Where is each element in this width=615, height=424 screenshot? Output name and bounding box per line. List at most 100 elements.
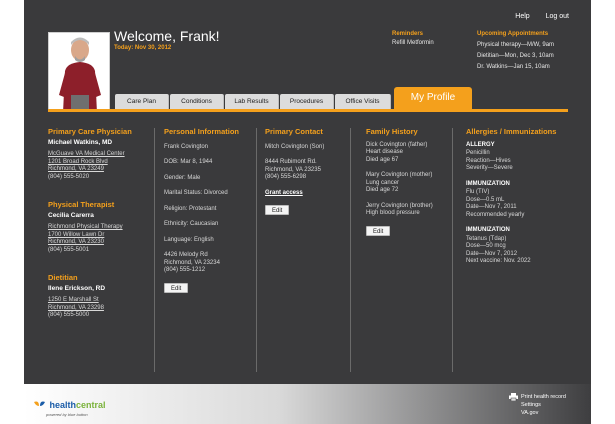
tab-lab-results[interactable]: Lab Results — [225, 94, 279, 110]
allergy-line: Severity—Severe — [466, 165, 513, 171]
pt-org-link[interactable]: Richmond Physical Therapy — [48, 224, 156, 232]
personal-religion: Religion: Protestant — [164, 205, 217, 212]
family-age: Died age 72 — [366, 187, 399, 193]
tab-procedures[interactable]: Procedures — [280, 94, 334, 110]
help-link[interactable]: Help — [515, 13, 529, 20]
contact-address-line: Richmond, VA 23235 — [265, 166, 321, 173]
contact-phone: (804) 555-6298 — [265, 174, 307, 180]
grant-access-link[interactable]: Grant access — [265, 190, 357, 198]
logo-tagline: powered by blue button — [46, 412, 88, 417]
pt-address-line[interactable]: Richmond, VA 23230 — [48, 239, 156, 247]
family-condition: Heart disease — [366, 149, 404, 155]
immunization-line: Dose—50 mcg — [466, 243, 506, 249]
dietitian-phone: (804) 555-5000 — [48, 312, 90, 318]
column-divider — [452, 128, 453, 372]
edit-contact-button[interactable]: Edit — [265, 205, 290, 215]
family-age: Died age 67 — [366, 156, 399, 163]
pcp-title: Primary Care Physician — [48, 127, 132, 136]
profile-photo-image — [49, 33, 109, 111]
care-team-column: Primary Care Physician Michael Watkins, … — [48, 128, 156, 320]
pcp-address-line[interactable]: 1201 Broad Rock Blvd — [48, 159, 156, 167]
reminder-item[interactable]: Refill Metformin — [392, 40, 434, 46]
dietitian-title: Dietitian — [48, 273, 78, 282]
logo-leaf-icon — [34, 401, 45, 406]
immunization-line: Date—Nov 7, 2011 — [466, 204, 517, 210]
appointments-title: Upcoming Appointments — [477, 31, 549, 37]
logo-word-health: health — [49, 400, 76, 410]
family-condition: High blood pressure — [366, 210, 420, 216]
pt-name: Cecilia Carerra — [48, 211, 94, 219]
family-condition: Lung cancer — [366, 179, 400, 186]
today-date: Today: Nov 30, 2012 — [114, 45, 172, 51]
immunization-heading: IMMUNIZATION — [466, 227, 510, 233]
pcp-address-line[interactable]: Richmond, VA 23249 — [48, 166, 156, 174]
pcp-org-link[interactable]: McGuave VA Medical Center — [48, 151, 156, 159]
tab-office-visits[interactable]: Office Visits — [335, 94, 391, 110]
immunization-line: Dose—0.5 mL — [466, 196, 505, 203]
reminders-panel: Reminders Refill Metformin — [392, 31, 434, 46]
personal-marital: Marital Status: Divorced — [164, 190, 228, 196]
family-member: Jerry Covington (brother) — [366, 202, 433, 209]
footer-links: Print health record Settings VA.gov — [521, 393, 566, 417]
immunization-line: Flu (TIV) — [466, 189, 490, 195]
personal-address-line: 4426 Melody Rd — [164, 252, 208, 258]
healthcentral-logo[interactable]: healthcentral powered by blue button — [34, 395, 105, 417]
immunization-heading: IMMUNIZATION — [466, 180, 510, 187]
logo-word-central: central — [75, 400, 106, 410]
tab-conditions[interactable]: Conditions — [170, 94, 224, 110]
family-history-title: Family History — [366, 127, 418, 136]
va-gov-link[interactable]: VA.gov — [521, 409, 566, 417]
personal-language: Language: English — [164, 236, 214, 243]
tab-care-plan[interactable]: Care Plan — [115, 94, 169, 110]
tab-underline — [48, 109, 568, 112]
footer: healthcentral powered by blue button Pri… — [24, 384, 591, 424]
column-divider — [154, 128, 155, 372]
personal-ethnicity: Ethnicity: Caucasian — [164, 221, 219, 227]
immunization-line: Next vaccine: Nov. 2022 — [466, 258, 531, 264]
family-history-column: Family History Dick Covington (father) H… — [366, 128, 458, 236]
dietitian-address-line[interactable]: 1250 E Marshall St — [48, 297, 156, 305]
personal-info-title: Personal Information — [164, 127, 240, 136]
allergies-title: Allergies / Immunizations — [466, 127, 557, 136]
column-divider — [350, 128, 351, 372]
contact-address-line: 8444 Rubimont Rd. — [265, 159, 317, 165]
personal-dob: DOB: Mar 8, 1944 — [164, 159, 213, 165]
personal-info-column: Personal Information Frank Covington DOB… — [164, 128, 256, 293]
personal-phone: (804) 555-1212 — [164, 267, 206, 273]
pt-title: Physical Therapist — [48, 200, 115, 209]
allergies-column: Allergies / Immunizations ALLERGY Penici… — [466, 128, 584, 266]
print-record-link[interactable]: Print health record — [521, 393, 566, 401]
appointment-item[interactable]: Dr. Watkins—Jan 15, 10am — [477, 62, 554, 73]
pcp-name: Michael Watkins, MD — [48, 138, 113, 146]
primary-contact-column: Primary Contact Mitch Covington (Son) 84… — [265, 128, 357, 216]
edit-family-button[interactable]: Edit — [366, 225, 391, 236]
appointment-item[interactable]: Dietitian—Mon, Dec 3, 10am — [477, 51, 554, 62]
family-member: Mary Covington (mother) — [366, 172, 433, 178]
profile-photo — [48, 32, 110, 112]
family-member: Dick Covington (father) — [366, 141, 428, 148]
immunization-line: Recommended yearly — [466, 211, 525, 218]
logout-link[interactable]: Log out — [546, 13, 569, 20]
allergy-line: Reaction—Hives — [466, 157, 511, 164]
main-panel: Help Log out Welcome, Frank! Today: Nov … — [24, 0, 591, 384]
appointment-item[interactable]: Physical therapy—M/W, 9am — [477, 40, 554, 51]
pt-phone: (804) 555-5001 — [48, 246, 90, 253]
personal-name: Frank Covington — [164, 143, 209, 150]
print-icon[interactable] — [509, 393, 518, 401]
settings-link[interactable]: Settings — [521, 401, 566, 409]
edit-personal-button[interactable]: Edit — [164, 282, 189, 293]
dietitian-name: Ilene Erickson, RD — [48, 284, 106, 292]
pcp-phone: (804) 555-5020 — [48, 173, 90, 180]
reminders-title: Reminders — [392, 31, 424, 37]
contact-name: Mitch Covington (Son) — [265, 143, 325, 150]
top-nav: Help Log out — [501, 13, 569, 20]
dietitian-address-line[interactable]: Richmond, VA 23298 — [48, 305, 156, 313]
personal-gender: Gender: Male — [164, 174, 201, 181]
allergy-line: Penicillin — [466, 150, 490, 156]
appointments-panel: Upcoming Appointments Physical therapy—M… — [477, 31, 554, 73]
welcome-heading: Welcome, Frank! — [114, 28, 220, 44]
column-divider — [256, 128, 257, 372]
immunization-line: Date—Nov 7, 2012 — [466, 250, 518, 257]
pt-address-line[interactable]: 1700 Willow Lawn Dr — [48, 232, 156, 240]
tab-my-profile[interactable]: My Profile — [394, 87, 472, 109]
